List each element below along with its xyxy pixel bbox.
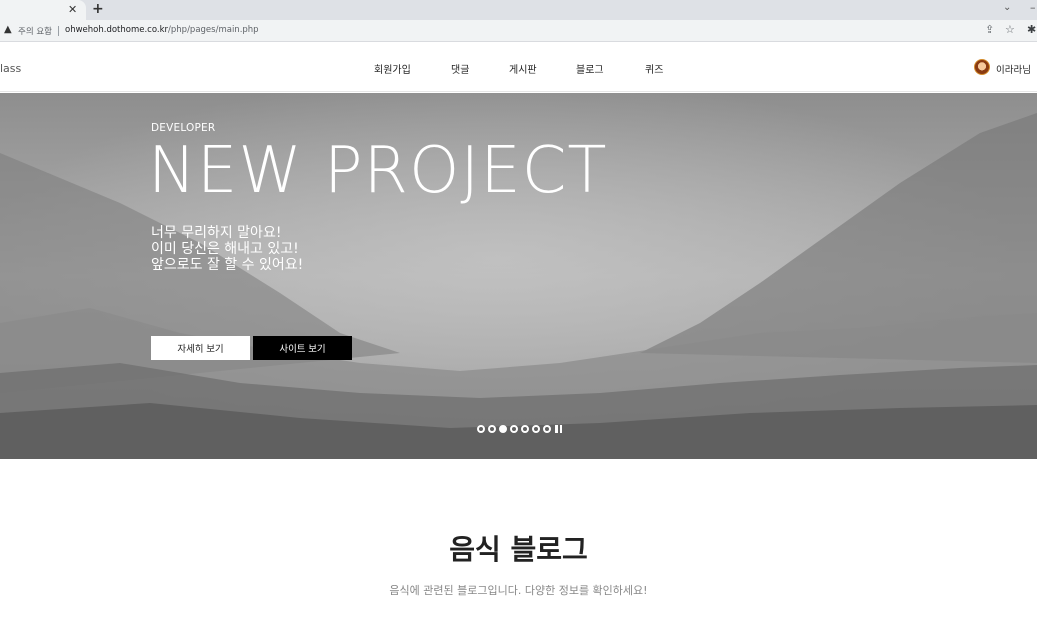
slider-dot[interactable]: [488, 425, 496, 433]
site-header: lass 회원가입 댓글 게시판 블로그 퀴즈 이라라님: [0, 43, 1037, 92]
detail-button[interactable]: 자세히 보기: [151, 336, 250, 360]
browser-tab-strip: ✕ + ⌄ –: [0, 0, 1037, 20]
slider-dot[interactable]: [543, 425, 551, 433]
share-icon[interactable]: ⇪: [985, 23, 994, 36]
plus-icon[interactable]: +: [92, 1, 104, 17]
close-icon[interactable]: ✕: [68, 2, 77, 18]
site-logo[interactable]: lass: [0, 62, 21, 75]
minimize-icon[interactable]: –: [1030, 1, 1036, 14]
slider-dot[interactable]: [510, 425, 518, 433]
site-button[interactable]: 사이트 보기: [253, 336, 352, 360]
nav-item-blog[interactable]: 블로그: [576, 61, 604, 76]
hero-title: NEW PROJECT: [148, 134, 608, 208]
hero-description-line: 이미 당신은 해내고 있고!: [151, 241, 299, 257]
hero-description-line: 너무 무리하지 말아요!: [151, 225, 282, 241]
url-text[interactable]: ohwehoh.dothome.co.kr/php/pages/main.php: [65, 25, 259, 35]
nav-item-board[interactable]: 게시판: [509, 61, 537, 76]
browser-tab-active[interactable]: ✕: [0, 0, 86, 20]
chevron-down-icon[interactable]: ⌄: [1003, 2, 1011, 13]
avatar[interactable]: [974, 59, 990, 75]
url-path: /php/pages/main.php: [168, 25, 259, 35]
nav-item-signup[interactable]: 회원가입: [374, 61, 411, 76]
url-host: ohwehoh.dothome.co.kr: [65, 25, 169, 35]
address-bar[interactable]: ▲ 주의 요함 ohwehoh.dothome.co.kr/php/pages/…: [0, 20, 1037, 42]
warning-icon[interactable]: ▲: [4, 24, 12, 35]
hero-description-line: 앞으로도 잘 할 수 있어요!: [151, 257, 304, 273]
security-warning[interactable]: 주의 요함: [18, 25, 52, 37]
star-icon[interactable]: ☆: [1005, 23, 1015, 36]
nav-item-quiz[interactable]: 퀴즈: [645, 61, 663, 76]
hero-description: 너무 무리하지 말아요! 이미 당신은 해내고 있고! 앞으로도 잘 할 수 있…: [151, 225, 303, 273]
user-name[interactable]: 이라라님: [996, 62, 1031, 76]
slider-dot[interactable]: [499, 425, 507, 433]
slider-pagination: [477, 424, 562, 434]
slider-dot[interactable]: [532, 425, 540, 433]
url-divider: [58, 26, 59, 36]
slider-dot[interactable]: [477, 425, 485, 433]
section-title: 음식 블로그: [449, 533, 588, 566]
hero-slider: DEVELOPER NEW PROJECT 너무 무리하지 말아요! 이미 당신…: [0, 93, 1037, 459]
puzzle-icon[interactable]: ✱: [1027, 23, 1036, 36]
section-subtitle: 음식에 관련된 블로그입니다. 다양한 정보를 확인하세요!: [389, 584, 648, 597]
pause-icon[interactable]: [555, 425, 562, 433]
slider-dot[interactable]: [521, 425, 529, 433]
nav-item-comments[interactable]: 댓글: [451, 61, 469, 76]
